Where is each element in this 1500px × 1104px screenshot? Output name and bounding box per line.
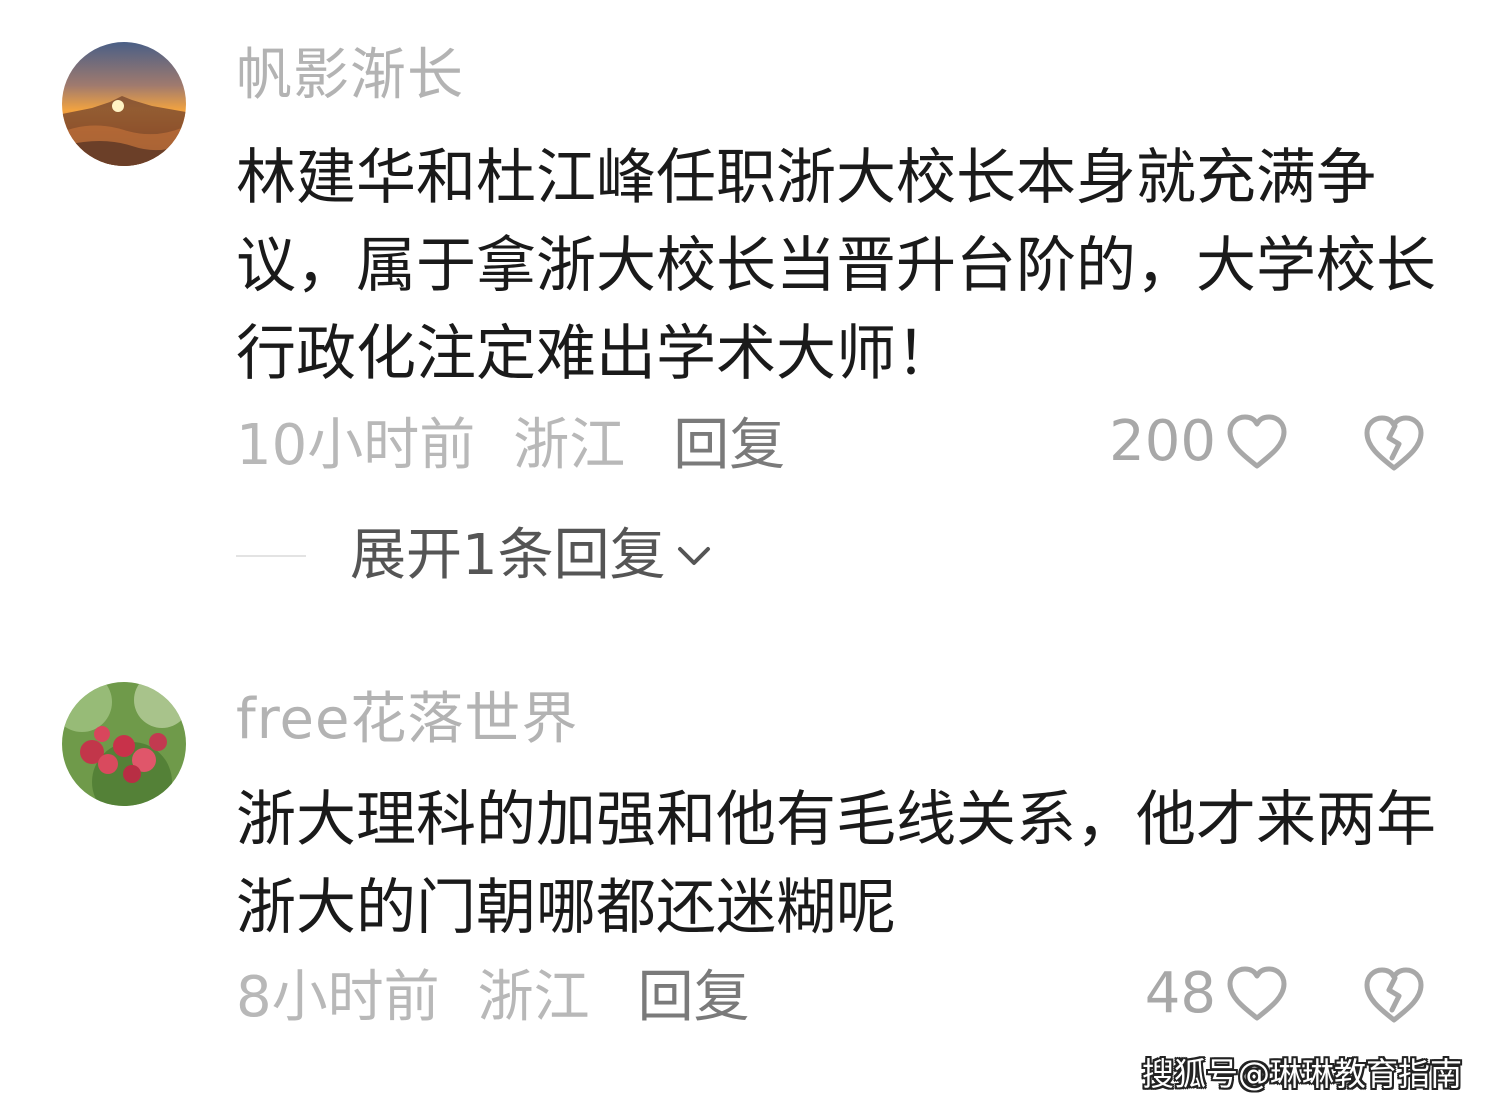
- comment-region: 浙江: [513, 413, 626, 478]
- like-button[interactable]: 200: [1109, 414, 1288, 470]
- username[interactable]: free花落世界: [236, 692, 578, 748]
- reply-button[interactable]: 回复: [673, 418, 785, 474]
- broken-heart-icon: [1364, 967, 1424, 1023]
- chevron-down-icon: [677, 547, 710, 565]
- reply-button[interactable]: 回复: [638, 970, 750, 1026]
- watermark: 搜狐号@琳琳教育指南: [1141, 1055, 1462, 1093]
- expand-replies-button[interactable]: 展开1条回复: [236, 524, 714, 588]
- comment-time: 10小时前: [236, 413, 476, 478]
- comment-meta: 10小时前 浙江 回复: [236, 414, 785, 478]
- comment-time: 8小时前: [236, 965, 440, 1030]
- comment-meta: 8小时前 浙江 回复: [236, 966, 750, 1030]
- dislike-button[interactable]: [1362, 966, 1426, 1030]
- like-button[interactable]: 48: [1145, 966, 1288, 1022]
- expand-replies-label: 展开1条回复: [350, 523, 666, 588]
- heart-outline-icon: [1227, 966, 1287, 1021]
- comment-item: 帆影渐长 林建华和杜江峰任职浙大校长本身就充满争议，属于拿浙大校长当晋升台阶的，…: [0, 0, 1500, 620]
- like-count: 200: [1109, 409, 1216, 474]
- broken-heart-icon: [1364, 415, 1424, 471]
- divider: [236, 555, 306, 557]
- avatar[interactable]: [62, 42, 186, 166]
- dislike-button[interactable]: [1362, 414, 1426, 478]
- like-count: 48: [1144, 961, 1216, 1026]
- comment-region: 浙江: [477, 965, 590, 1030]
- heart-outline-icon: [1227, 414, 1287, 469]
- comment-item: free花落世界 浙大理科的加强和他有毛线关系，他才来两年浙大的门朝哪都还迷糊呢…: [0, 620, 1500, 1060]
- comment-text: 林建华和杜江峰任职浙大校长本身就充满争议，属于拿浙大校长当晋升台阶的，大学校长行…: [236, 143, 1436, 389]
- avatar[interactable]: [62, 682, 186, 806]
- username[interactable]: 帆影渐长: [236, 48, 464, 104]
- comment-text: 浙大理科的加强和他有毛线关系，他才来两年浙大的门朝哪都还迷糊呢: [236, 785, 1436, 943]
